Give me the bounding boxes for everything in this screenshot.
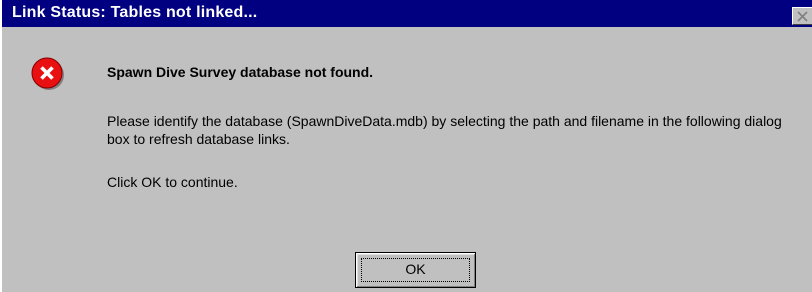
dialog-window: Link Status: Tables not linked... Spawn … (0, 0, 812, 292)
close-button[interactable] (792, 7, 812, 25)
close-icon (797, 11, 808, 22)
ok-button-label: OK (405, 261, 426, 277)
message-instruction: Click OK to continue. (107, 174, 238, 190)
message-heading: Spawn Dive Survey database not found. (107, 64, 374, 80)
error-icon (31, 57, 65, 91)
title-bar[interactable]: Link Status: Tables not linked... (2, 0, 812, 27)
ok-button[interactable]: OK (355, 252, 476, 288)
window-title: Link Status: Tables not linked... (12, 4, 258, 21)
message-body: Please identify the database (SpawnDiveD… (107, 113, 782, 147)
